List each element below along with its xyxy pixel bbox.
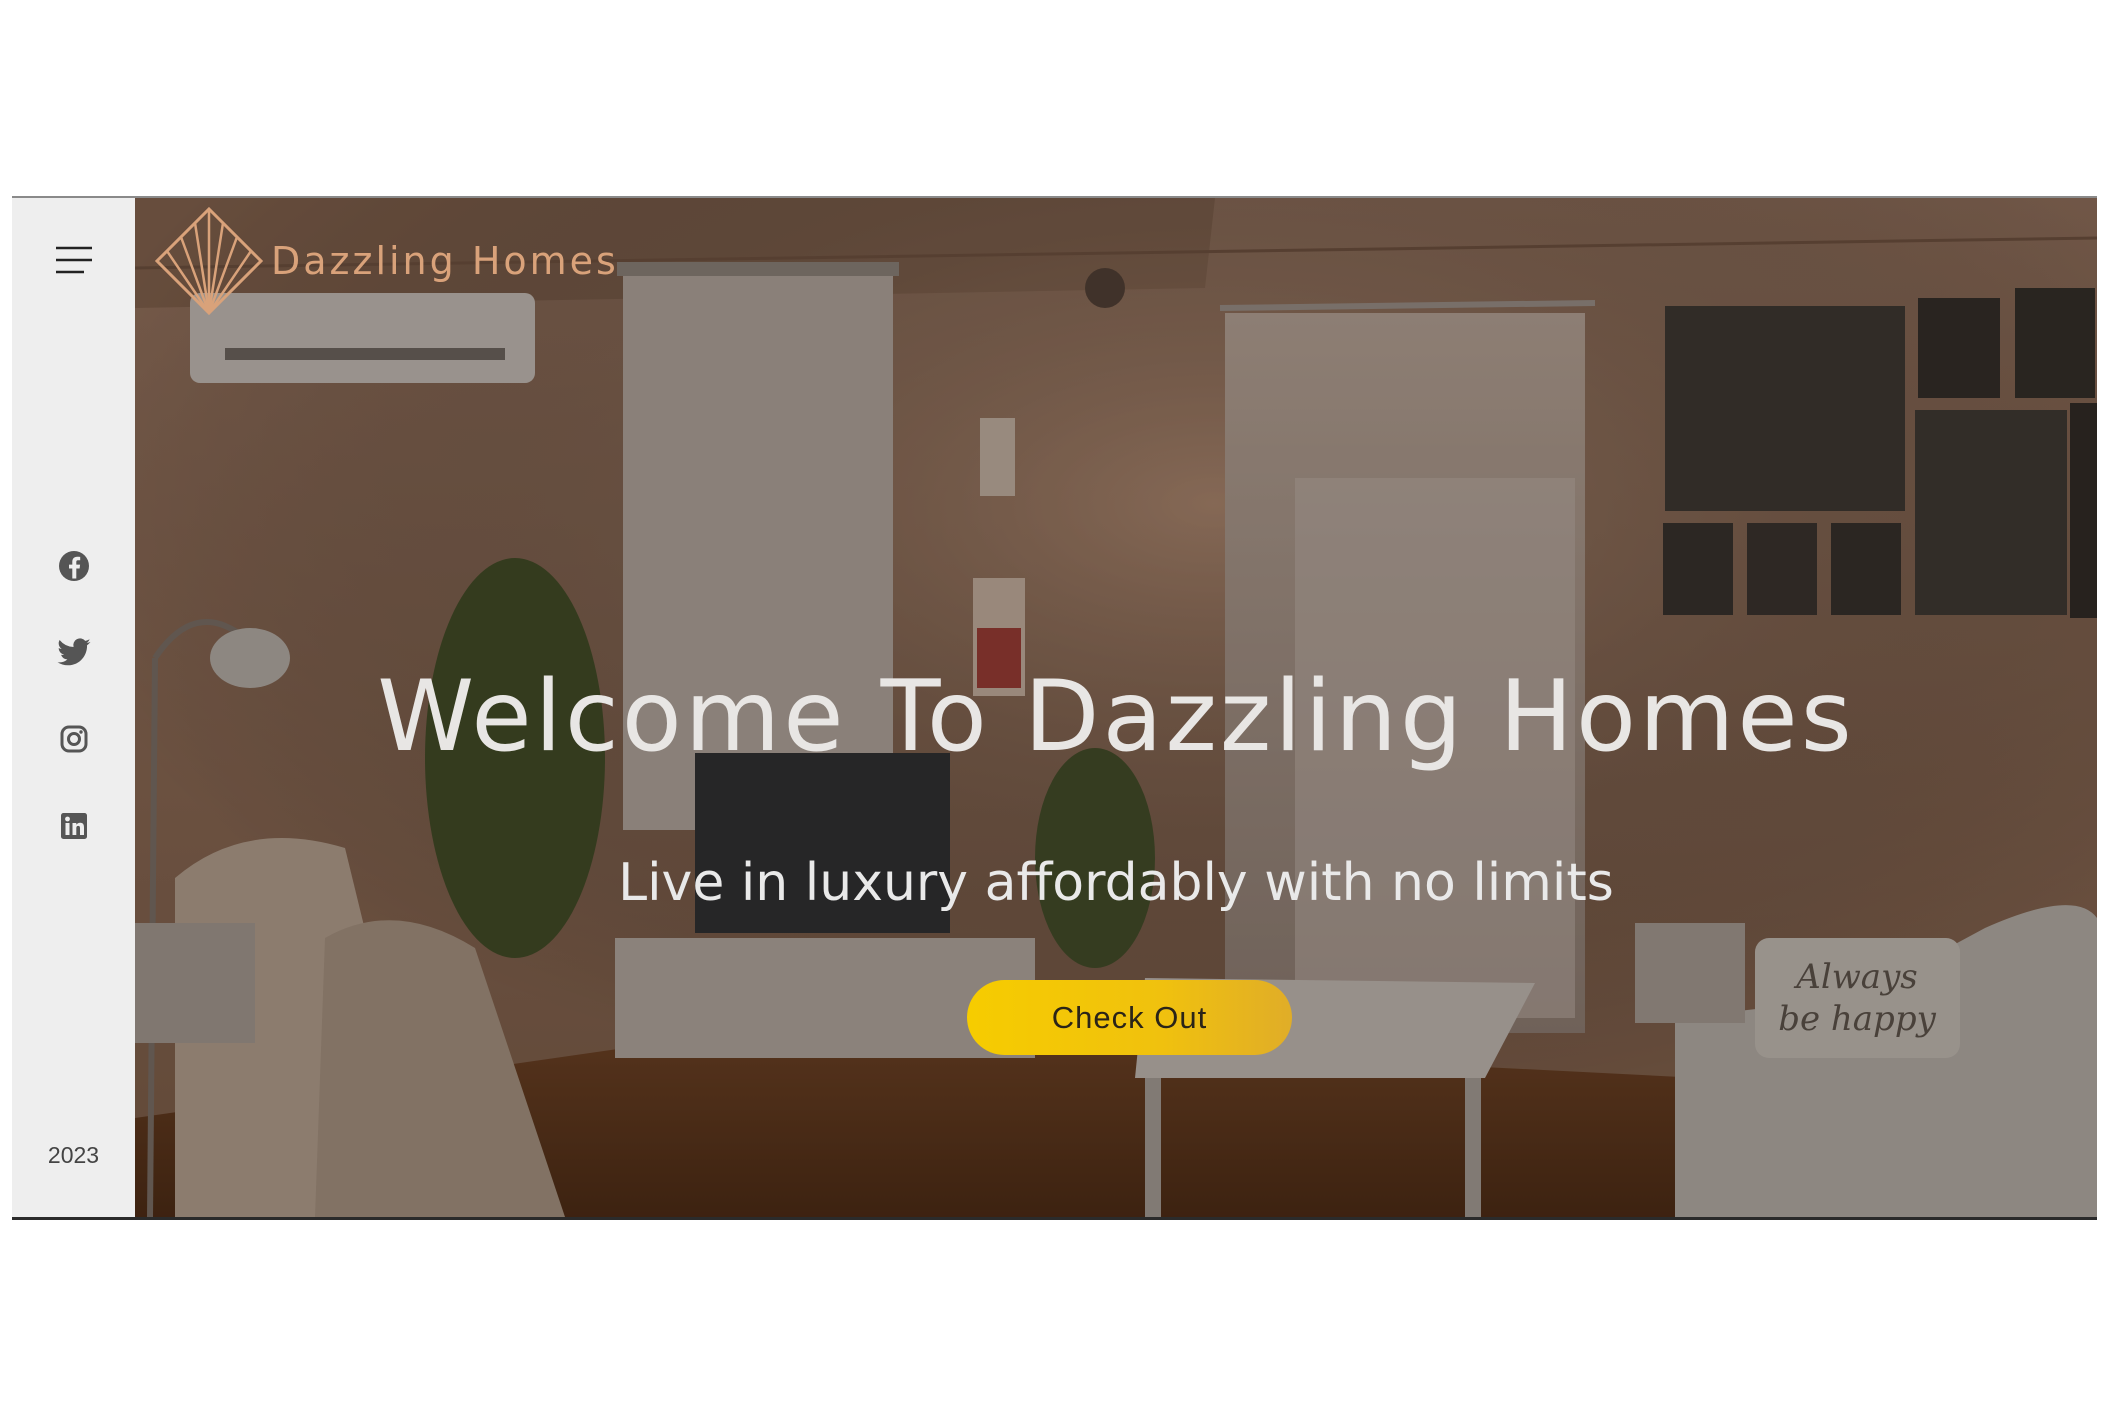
- hero-subheadline: Live in luxury affordably with no limits: [618, 853, 1614, 913]
- linkedin-icon: [61, 813, 87, 839]
- copyright-year: 2023: [47, 1142, 100, 1168]
- instagram-icon: [60, 725, 88, 753]
- linkedin-link[interactable]: [56, 808, 92, 844]
- page-frame: 2023 Always be happy Dazzling Homes Welc…: [12, 196, 2097, 1220]
- twitter-link[interactable]: [56, 635, 92, 671]
- sidebar: 2023: [12, 198, 135, 1217]
- menu-button[interactable]: [54, 243, 94, 277]
- instagram-link[interactable]: [56, 721, 92, 757]
- facebook-link[interactable]: [56, 548, 92, 584]
- brand-name: Dazzling Homes: [271, 239, 619, 283]
- twitter-icon: [57, 638, 91, 666]
- check-out-button[interactable]: Check Out: [967, 980, 1292, 1055]
- hero-section: Always be happy Dazzling Homes Welcome T…: [135, 198, 2097, 1217]
- diamond-fan-logo-icon: [155, 207, 263, 315]
- hamburger-menu-icon: [56, 246, 92, 274]
- brand-logo[interactable]: Dazzling Homes: [155, 206, 619, 316]
- facebook-icon: [59, 551, 89, 581]
- hero-headline: Welcome To Dazzling Homes: [377, 660, 1855, 774]
